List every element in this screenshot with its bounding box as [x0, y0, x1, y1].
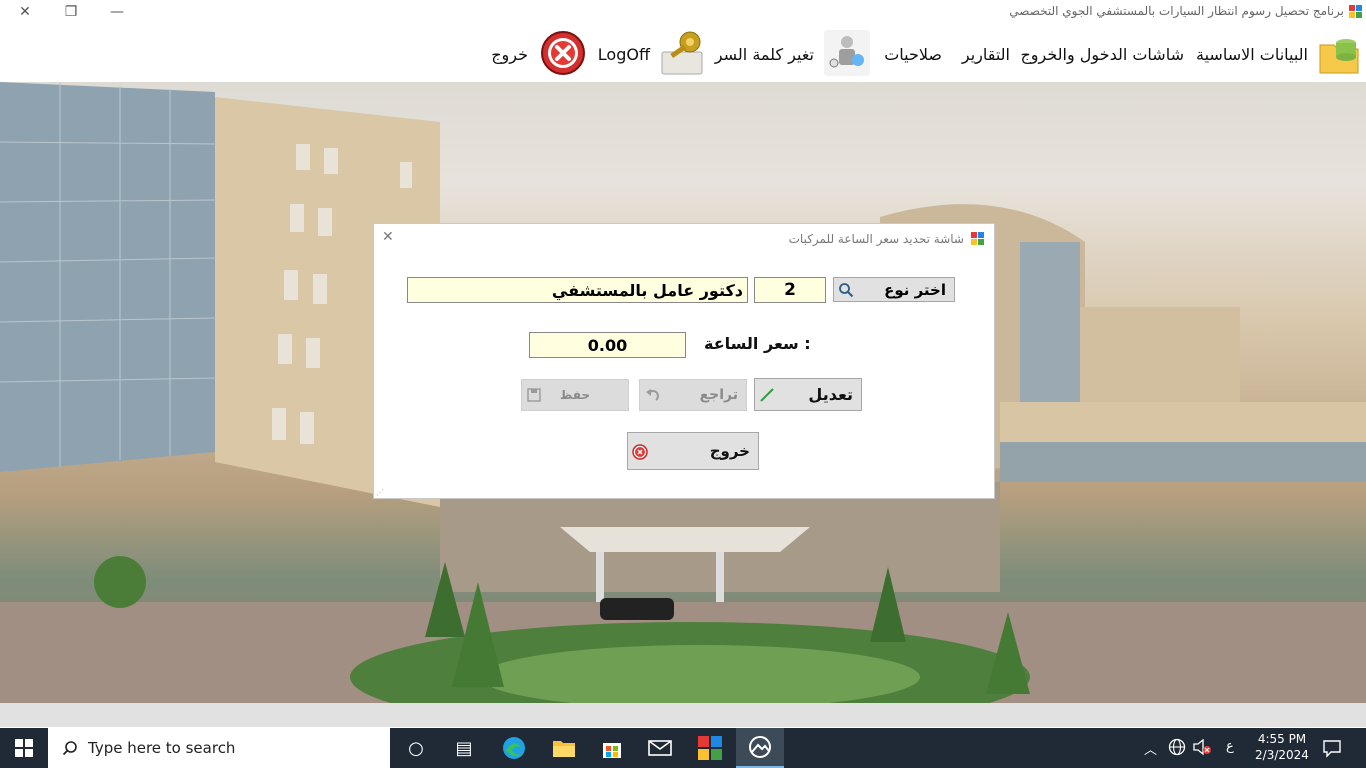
menu-reports-label: التقارير	[961, 44, 1010, 64]
edit-button[interactable]: تعديل	[754, 378, 862, 411]
save-label: حفظ	[559, 388, 591, 402]
file-explorer-button[interactable]	[540, 728, 588, 768]
store-button[interactable]	[588, 728, 636, 768]
undo-label: تراجع	[699, 387, 738, 403]
dialog-close-button[interactable]: ✕	[382, 229, 394, 245]
menu-logoff-label: LogOff	[597, 44, 650, 64]
task-view-icon: ▤	[455, 737, 473, 759]
dialog-title: شاشة تحديد سعر الساعة للمركبات	[788, 232, 964, 246]
clock[interactable]: 4:55 PM 2/3/2024	[1252, 731, 1312, 763]
photo-viewer-icon	[749, 736, 771, 758]
menu-permissions-label: صلاحيات	[884, 44, 942, 64]
type-code-field[interactable]: 2	[754, 277, 826, 303]
hour-price-value: 0.00	[587, 335, 628, 355]
dialog-exit-label: خروج	[709, 442, 750, 460]
parking-app-icon	[698, 736, 722, 760]
restore-icon: ❐	[64, 4, 78, 20]
minimize-window-button[interactable]: —	[94, 0, 140, 24]
undo-button[interactable]: تراجع	[639, 379, 747, 411]
volume-button[interactable]	[1192, 738, 1212, 760]
pencil-icon	[760, 388, 774, 402]
network-button[interactable]	[1168, 738, 1186, 760]
menu-change-password-label: تغير كلمة السر	[714, 44, 814, 64]
save-icon	[527, 388, 541, 402]
type-name-field[interactable]: دكتور عامل بالمستشفي	[407, 277, 748, 303]
start-button[interactable]	[0, 728, 48, 768]
clock-date: 2/3/2024	[1255, 748, 1309, 762]
menu-change-password[interactable]: تغير كلمة السر	[715, 26, 814, 82]
search-placeholder: Type here to search	[88, 739, 236, 757]
menu-entry-exit-screens[interactable]: شاشات الدخول والخروج	[1020, 26, 1184, 82]
parking-app-button[interactable]	[686, 728, 734, 768]
close-window-button[interactable]: ✕	[2, 0, 48, 24]
edge-taskbar-button[interactable]	[490, 728, 538, 768]
choose-type-label: اختر نوع	[884, 280, 946, 299]
active-app-button[interactable]	[736, 728, 784, 768]
task-view-button[interactable]: ▤	[440, 728, 488, 768]
menu-exit-label: خروج	[491, 44, 528, 64]
menu-entry-exit-label: شاشات الدخول والخروج	[1020, 44, 1184, 64]
minimize-icon: —	[110, 4, 124, 20]
type-name-value: دكتور عامل بالمستشفي	[551, 280, 743, 300]
save-button[interactable]: حفظ	[521, 379, 629, 411]
menu-logoff[interactable]: LogOff	[598, 26, 650, 82]
cortana-button[interactable]: ○	[392, 728, 440, 768]
globe-network-icon	[1168, 738, 1186, 756]
status-strip	[0, 703, 1366, 727]
clock-time: 4:55 PM	[1257, 732, 1307, 746]
notifications-button[interactable]	[1322, 738, 1342, 762]
exit-x-icon	[541, 31, 585, 75]
menu-permissions[interactable]: صلاحيات	[884, 26, 942, 82]
edge-browser-icon	[503, 737, 525, 759]
window-title: برنامج تحصيل رسوم انتظار السيارات بالمست…	[1009, 4, 1344, 18]
mail-button[interactable]	[636, 728, 684, 768]
app-icon	[1349, 5, 1362, 18]
users-permissions-icon	[824, 30, 870, 76]
menu-basic-data[interactable]: البيانات الاساسية	[1196, 26, 1362, 82]
resize-grip-icon[interactable]: ⋰	[376, 488, 384, 497]
taskbar-search-box[interactable]: Type here to search	[48, 728, 390, 768]
windows-taskbar: Type here to search ○ ▤ ︿ ع 4:55 PM 2/3/…	[0, 728, 1366, 768]
title-bar: ✕ ❐ — برنامج تحصيل رسوم انتظار السيارات …	[0, 0, 1366, 24]
close-icon: ✕	[382, 229, 394, 245]
restore-window-button[interactable]: ❐	[48, 0, 94, 24]
choose-type-button[interactable]: اختر نوع	[833, 277, 955, 302]
folder-icon	[553, 741, 575, 757]
type-code-value: 2	[784, 280, 796, 300]
search-icon	[839, 283, 854, 298]
undo-icon	[646, 389, 659, 401]
close-icon: ✕	[19, 4, 31, 20]
cortana-icon: ○	[408, 737, 424, 759]
main-menu-bar: البيانات الاساسية شاشات الدخول والخروج ا…	[0, 26, 1366, 82]
menu-exit[interactable]: خروج	[491, 26, 528, 82]
key-icon	[661, 31, 703, 75]
dialog-exit-button[interactable]: خروج	[627, 432, 759, 470]
search-icon	[62, 741, 77, 756]
windows-logo-icon	[15, 739, 33, 757]
hour-price-label: سعر الساعة :	[704, 334, 811, 353]
dialog-app-icon	[971, 232, 984, 245]
store-bag-icon	[603, 743, 621, 758]
hour-price-field[interactable]: 0.00	[529, 332, 686, 358]
mail-icon	[648, 740, 672, 756]
menu-reports[interactable]: التقارير	[962, 26, 1010, 82]
chevron-up-icon: ︿	[1144, 743, 1158, 758]
menu-basic-data-label: البيانات الاساسية	[1196, 44, 1308, 64]
speaker-muted-icon	[1193, 738, 1211, 756]
input-language-indicator[interactable]: ع	[1226, 739, 1234, 754]
exit-x-icon	[632, 444, 648, 460]
edit-label: تعديل	[808, 385, 853, 404]
database-folder-icon	[1319, 39, 1359, 74]
show-hidden-icons-button[interactable]: ︿	[1144, 739, 1157, 758]
hour-price-dialog: ✕ شاشة تحديد سعر الساعة للمركبات اختر نو…	[373, 223, 995, 499]
notification-icon	[1323, 740, 1341, 758]
